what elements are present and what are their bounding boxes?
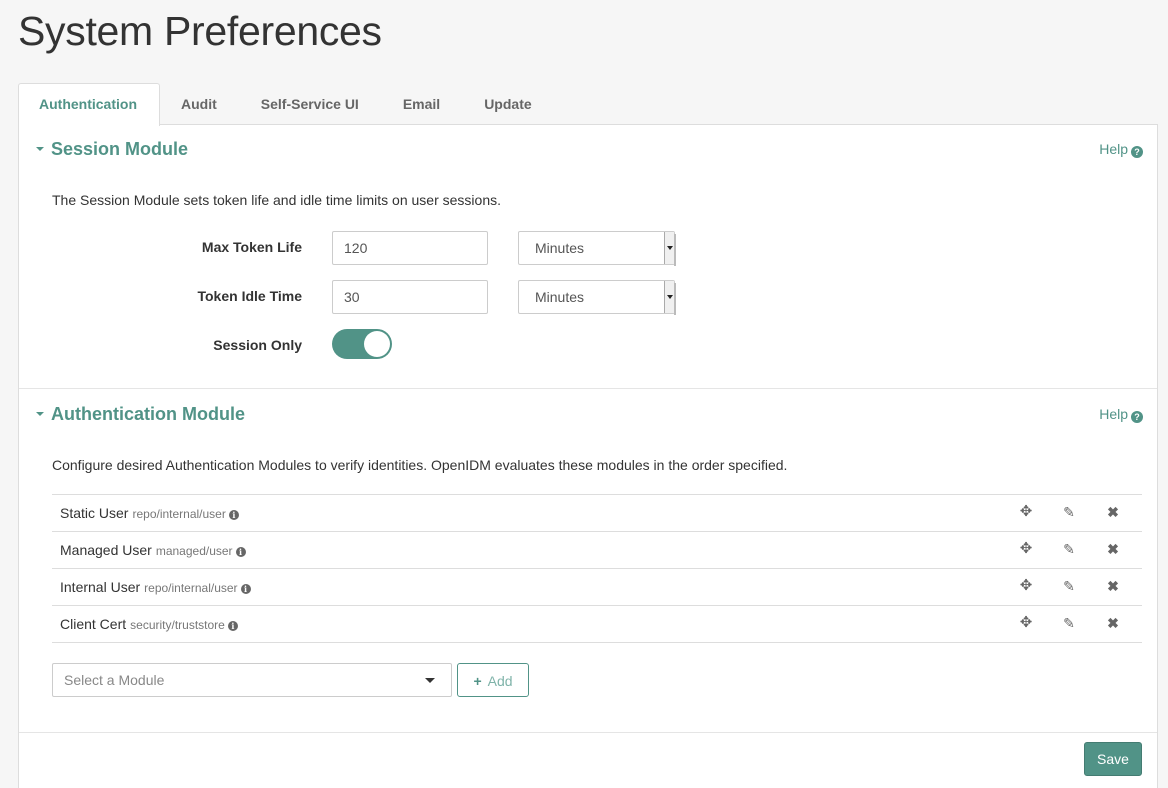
save-button[interactable]: Save (1084, 742, 1142, 776)
times-icon[interactable]: ✖ (1105, 578, 1121, 594)
session-only-toggle[interactable] (332, 329, 392, 359)
times-icon[interactable]: ✖ (1105, 541, 1121, 557)
module-path: repo/internal/user (132, 507, 226, 521)
token-idle-time-unit-value: Minutes (535, 289, 585, 305)
tab-authentication[interactable]: Authentication (18, 83, 160, 126)
times-icon[interactable]: ✖ (1105, 504, 1121, 520)
session-module-title[interactable]: Session Module (51, 137, 188, 161)
info-circle-icon[interactable]: i (228, 510, 239, 520)
module-path: repo/internal/user (144, 581, 238, 595)
move-arrows-icon[interactable]: ✥ (1018, 541, 1034, 557)
max-token-life-label: Max Token Life (201, 239, 302, 255)
token-idle-time-label: Token Idle Time (197, 288, 302, 304)
module-name: Client Cert (60, 616, 127, 632)
token-idle-time-input[interactable] (332, 280, 488, 314)
module-label: Managed User managed/user i (60, 542, 246, 558)
session-help-link[interactable]: Help? (1099, 140, 1143, 158)
authentication-module-description: Configure desired Authentication Modules… (52, 457, 788, 473)
tab-bar: Authentication Audit Self-Service UI Ema… (18, 83, 555, 126)
add-module-button[interactable]: + Add (457, 663, 529, 697)
help-label: Help (1099, 406, 1128, 422)
module-label: Internal User repo/internal/user i (60, 579, 251, 595)
session-only-label: Session Only (213, 337, 302, 353)
pencil-icon[interactable]: ✎ (1061, 615, 1077, 631)
authentication-module-title[interactable]: Authentication Module (51, 402, 245, 426)
authentication-module-header[interactable]: Authentication Module Help? (19, 402, 1157, 432)
tab-update[interactable]: Update (463, 83, 554, 125)
module-path: security/truststore (130, 618, 225, 632)
info-circle-icon[interactable]: i (235, 547, 246, 557)
question-circle-icon: ? (1131, 146, 1143, 158)
move-arrows-icon[interactable]: ✥ (1018, 504, 1034, 520)
authentication-help-link[interactable]: Help? (1099, 405, 1143, 423)
tab-email[interactable]: Email (382, 83, 463, 125)
max-token-life-unit-select[interactable]: Minutes (518, 231, 676, 266)
question-circle-icon: ? (1131, 411, 1143, 423)
list-item: Internal User repo/internal/user i ✥ ✎ ✖ (52, 569, 1142, 606)
plus-icon: + (473, 673, 482, 689)
caret-down-icon[interactable] (36, 147, 44, 151)
pencil-icon[interactable]: ✎ (1061, 541, 1077, 557)
tab-content-panel: Session Module Help? The Session Module … (18, 124, 1158, 788)
select-module-dropdown[interactable]: Select a Module (52, 663, 452, 697)
list-item: Client Cert security/truststore i ✥ ✎ ✖ (52, 606, 1142, 643)
max-token-life-input[interactable] (332, 231, 488, 265)
pencil-icon[interactable]: ✎ (1061, 578, 1077, 594)
module-label: Static User repo/internal/user i (60, 505, 239, 521)
module-label: Client Cert security/truststore i (60, 616, 238, 632)
select-module-placeholder: Select a Module (64, 672, 165, 688)
caret-down-icon[interactable] (36, 412, 44, 416)
select-shadow (674, 283, 676, 315)
module-name: Static User (60, 505, 129, 521)
toggle-knob (364, 331, 390, 357)
footer-divider (19, 732, 1157, 733)
list-item: Managed User managed/user i ✥ ✎ ✖ (52, 532, 1142, 569)
info-circle-icon[interactable]: i (227, 621, 238, 631)
select-shadow (674, 234, 676, 266)
module-name: Internal User (60, 579, 141, 595)
times-icon[interactable]: ✖ (1105, 615, 1121, 631)
token-idle-time-unit-select[interactable]: Minutes (518, 280, 676, 315)
module-name: Managed User (60, 542, 152, 558)
spinner-arrow-icon[interactable] (664, 232, 674, 264)
session-module-description: The Session Module sets token life and i… (52, 192, 501, 208)
section-divider (19, 388, 1157, 389)
page-title: System Preferences (18, 8, 382, 54)
chevron-down-icon[interactable] (425, 678, 435, 683)
pencil-icon[interactable]: ✎ (1061, 504, 1077, 520)
auth-module-list: Static User repo/internal/user i ✥ ✎ ✖ Man… (52, 494, 1142, 643)
help-label: Help (1099, 141, 1128, 157)
session-module-header[interactable]: Session Module Help? (19, 137, 1157, 167)
add-button-label: Add (487, 673, 513, 689)
spinner-arrow-icon[interactable] (664, 281, 674, 313)
list-item: Static User repo/internal/user i ✥ ✎ ✖ (52, 495, 1142, 532)
info-circle-icon[interactable]: i (240, 584, 251, 594)
tab-audit[interactable]: Audit (160, 83, 240, 125)
tab-self-service-ui[interactable]: Self-Service UI (240, 83, 382, 125)
max-token-life-unit-value: Minutes (535, 240, 585, 256)
move-arrows-icon[interactable]: ✥ (1018, 578, 1034, 594)
move-arrows-icon[interactable]: ✥ (1018, 615, 1034, 631)
module-path: managed/user (155, 544, 233, 558)
